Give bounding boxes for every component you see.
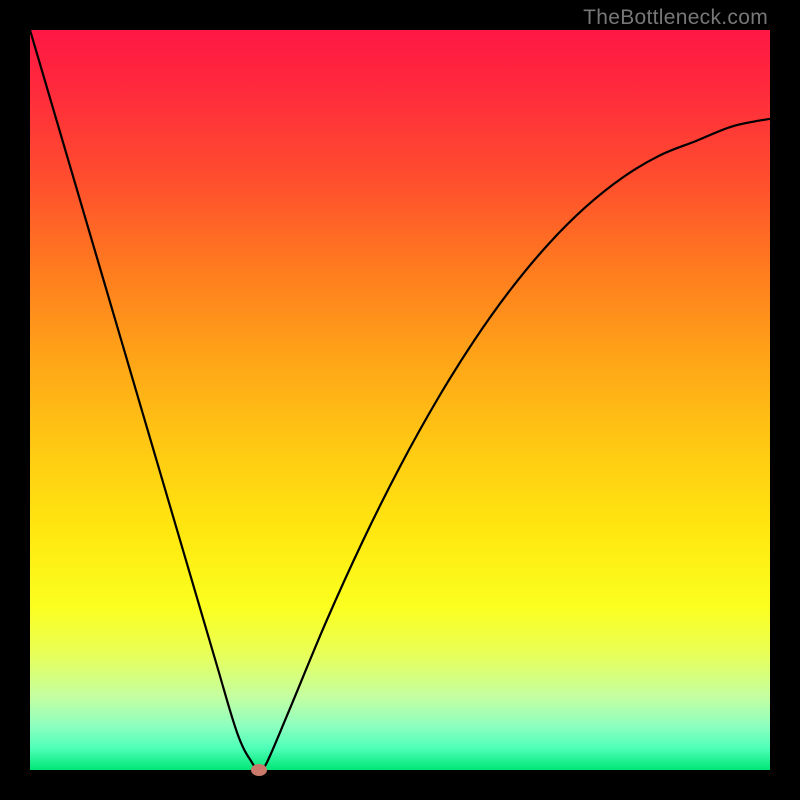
plot-area (30, 30, 770, 770)
bottleneck-curve (30, 30, 770, 770)
minimum-marker (251, 764, 267, 776)
watermark-text: TheBottleneck.com (583, 6, 768, 30)
chart-container: TheBottleneck.com (0, 0, 800, 800)
